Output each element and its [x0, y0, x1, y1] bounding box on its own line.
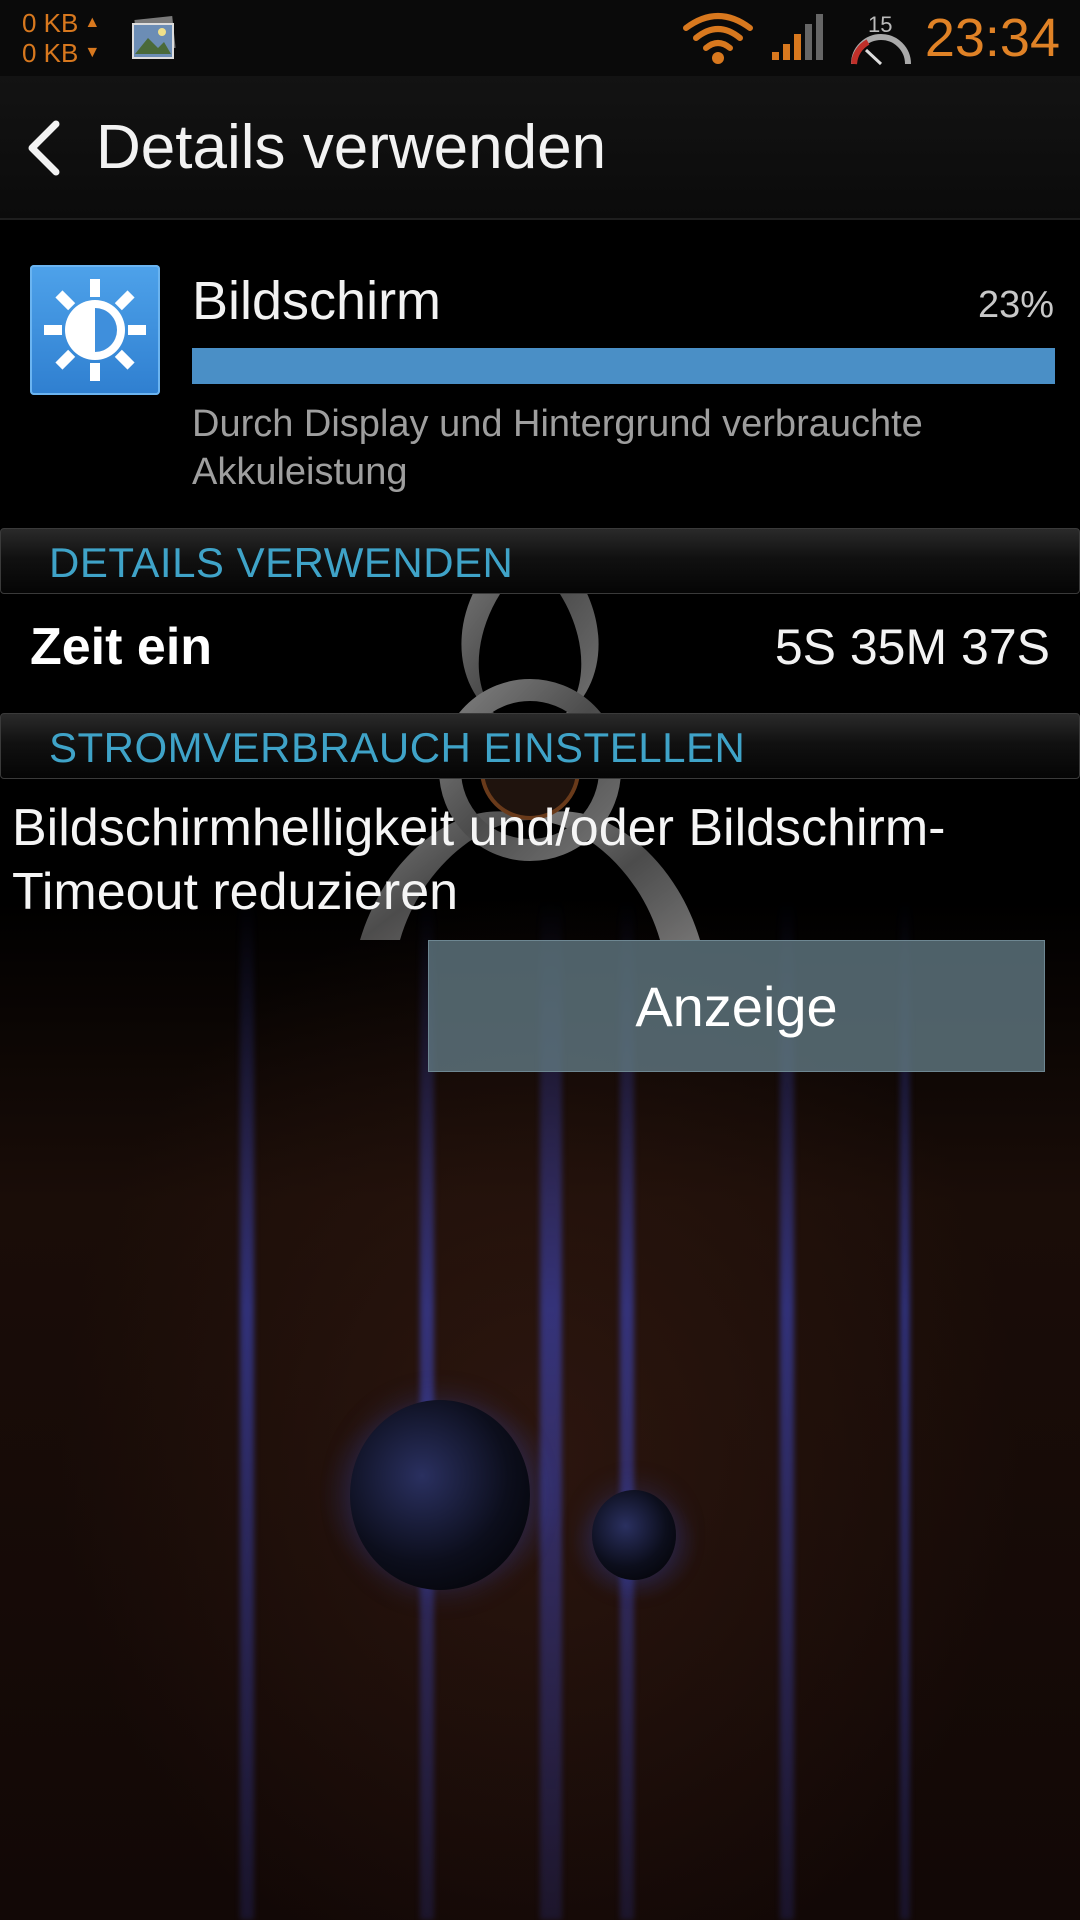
power-tip-text: Bildschirmhelligkeit und/oder Bildschirm…	[12, 799, 946, 921]
section-header-details: DETAILS VERWENDEN	[0, 528, 1080, 594]
usage-progress-fill	[192, 348, 391, 384]
usage-percent: 23%	[977, 284, 1054, 326]
app-name: Bildschirm	[192, 271, 442, 331]
gallery-notification-icon	[132, 15, 176, 59]
screen: 0 KB ▲ 0 KB ▼ 15 23:34 Details verwenden…	[0, 0, 1080, 1920]
wallpaper-orb	[350, 1400, 530, 1590]
wallpaper-streak	[240, 900, 254, 1920]
signal-strength-icon	[772, 14, 823, 60]
download-speed: 0 KB	[22, 38, 79, 68]
wallpaper-orb	[592, 1490, 676, 1580]
speed-badge: 15	[868, 12, 893, 37]
wifi-icon	[683, 13, 753, 64]
chevron-left-icon[interactable]	[22, 118, 68, 178]
display-settings-button[interactable]: Anzeige	[428, 940, 1045, 1072]
download-arrow-icon: ▼	[84, 44, 101, 61]
usage-description: Durch Display und Hintergrund verbraucht…	[192, 403, 923, 493]
usage-progress-bar	[192, 348, 1055, 384]
action-bar: Details verwenden	[0, 76, 1080, 220]
time-on-value: 5S 35M 37S	[774, 619, 1050, 675]
section-header-power: STROMVERBRAUCH EINSTELLEN	[0, 713, 1080, 779]
clock: 23:34	[924, 8, 1060, 68]
section-header-label: STROMVERBRAUCH EINSTELLEN	[49, 724, 746, 771]
network-speed: 0 KB ▲ 0 KB ▼	[22, 8, 100, 68]
time-on-label: Zeit ein	[30, 618, 213, 676]
upload-speed: 0 KB	[22, 8, 79, 38]
gear-brightness-icon	[44, 279, 146, 381]
section-header-label: DETAILS VERWENDEN	[49, 539, 514, 586]
page-title: Details verwenden	[96, 113, 607, 182]
app-icon	[30, 265, 160, 395]
status-bar: 0 KB ▲ 0 KB ▼ 15 23:34	[0, 0, 1080, 76]
upload-arrow-icon: ▲	[84, 14, 101, 31]
